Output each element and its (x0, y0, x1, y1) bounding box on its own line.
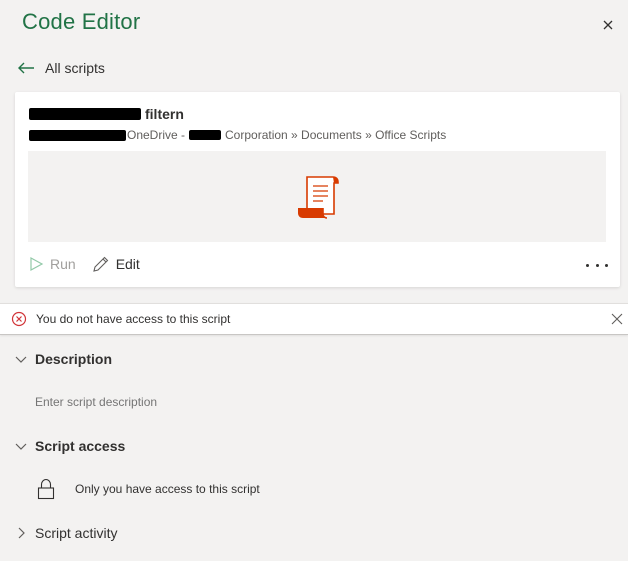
edit-button[interactable]: Edit (92, 255, 140, 273)
card-actions: Run Edit (28, 255, 156, 273)
lock-icon (37, 478, 55, 500)
script-activity-section-toggle[interactable]: Script activity (15, 525, 117, 541)
description-heading: Description (35, 351, 113, 367)
script-access-section-toggle[interactable]: Script access (15, 438, 125, 454)
back-label: All scripts (45, 60, 105, 76)
description-section-toggle[interactable]: Description (15, 351, 112, 367)
run-button[interactable]: Run (28, 256, 76, 272)
redacted-name (29, 108, 141, 120)
script-access-row: Only you have access to this script (37, 478, 260, 500)
path-rest: Corporation » Documents » Office Scripts (225, 128, 447, 142)
script-preview (28, 151, 606, 242)
pencil-icon (92, 256, 108, 272)
chevron-down-icon (15, 356, 27, 363)
dismiss-alert-button[interactable] (611, 313, 623, 325)
redacted-path (29, 129, 126, 141)
run-label: Run (50, 256, 76, 272)
edit-label: Edit (115, 256, 140, 272)
back-to-all-scripts[interactable]: All scripts (17, 60, 105, 76)
script-name-text: filtern (145, 106, 184, 122)
more-options-button[interactable] (586, 259, 608, 271)
script-path: OneDrive - Corporation » Documents » Off… (29, 128, 446, 142)
play-icon (30, 256, 44, 272)
arrow-left-icon (18, 62, 34, 74)
script-name: filtern (29, 106, 184, 122)
more-dots-icon (586, 263, 589, 267)
close-icon[interactable] (600, 17, 616, 33)
script-card: filtern OneDrive - Corporation » Documen… (15, 92, 620, 287)
error-circle-icon (11, 311, 27, 327)
page-title: Code Editor (22, 9, 141, 34)
chevron-down-icon (15, 443, 27, 450)
script-access-heading: Script access (35, 438, 126, 454)
script-scroll-icon (298, 176, 339, 219)
access-alert: You do not have access to this script (0, 303, 628, 335)
redacted-org (189, 130, 222, 140)
script-activity-heading: Script activity (35, 525, 118, 541)
script-description-input[interactable] (35, 395, 335, 409)
alert-message: You do not have access to this script (36, 312, 231, 326)
path-onedrive: OneDrive - (127, 128, 186, 142)
chevron-right-icon (18, 527, 25, 539)
close-button[interactable] (600, 17, 616, 33)
script-access-text: Only you have access to this script (75, 482, 260, 496)
close-icon (611, 313, 623, 325)
